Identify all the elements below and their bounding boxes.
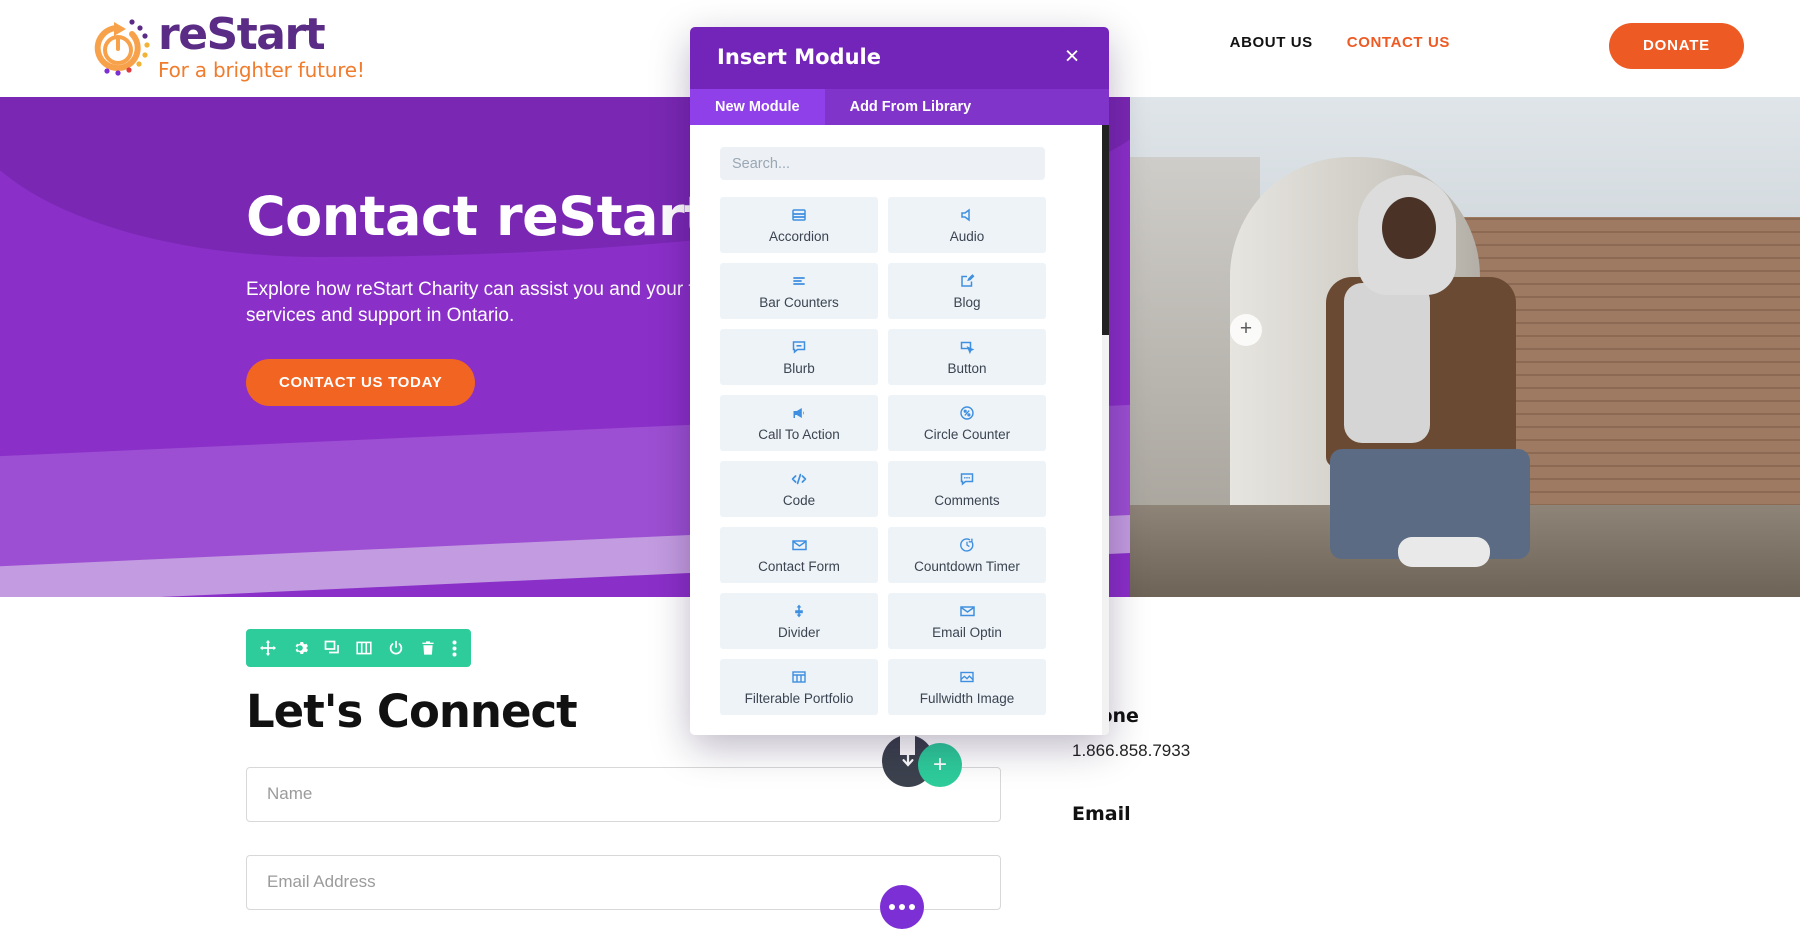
module-label: Call To Action bbox=[758, 426, 840, 442]
kebab-menu-icon[interactable] bbox=[452, 640, 457, 657]
module-tile-divider[interactable]: Divider bbox=[720, 593, 878, 649]
donate-button[interactable]: DONATE bbox=[1608, 23, 1744, 69]
insert-module-modal: Insert Module × New Module Add From Libr… bbox=[690, 27, 1109, 735]
modal-tabs: New Module Add From Library bbox=[690, 89, 1109, 125]
close-icon[interactable]: × bbox=[1057, 42, 1087, 72]
module-tile-email-optin[interactable]: Email Optin bbox=[888, 593, 1046, 649]
fab-dot bbox=[909, 904, 915, 910]
module-tile-filterable-portfolio[interactable]: Filterable Portfolio bbox=[720, 659, 878, 715]
module-tile-call-to-action[interactable]: Call To Action bbox=[720, 395, 878, 451]
fab-dot bbox=[889, 904, 895, 910]
add-module-plus-icon[interactable]: + bbox=[1230, 314, 1262, 346]
megaphone-icon bbox=[791, 405, 807, 422]
add-row-button[interactable]: + bbox=[918, 743, 962, 787]
builder-fab-button[interactable] bbox=[880, 885, 924, 929]
fab-dot bbox=[899, 904, 905, 910]
nav-item-about-us[interactable]: ABOUT US bbox=[1230, 34, 1313, 51]
tab-add-from-library[interactable]: Add From Library bbox=[825, 89, 997, 125]
module-tile-fullwidth-image[interactable]: Fullwidth Image bbox=[888, 659, 1046, 715]
page-root: reStart For a brighter future! ABOUT US … bbox=[0, 0, 1800, 940]
phone-label: Phone bbox=[1072, 705, 1372, 727]
module-tile-countdown-timer[interactable]: Countdown Timer bbox=[888, 527, 1046, 583]
search-input[interactable] bbox=[720, 147, 1045, 180]
module-tile-audio[interactable]: Audio bbox=[888, 197, 1046, 253]
photo-person-face bbox=[1382, 197, 1436, 259]
module-tile-button[interactable]: Button bbox=[888, 329, 1046, 385]
module-label: Blog bbox=[953, 294, 981, 310]
module-tile-blurb[interactable]: Blurb bbox=[720, 329, 878, 385]
module-label: Blurb bbox=[783, 360, 815, 376]
photo-person-hoodie bbox=[1344, 283, 1430, 443]
module-label: Accordion bbox=[768, 228, 830, 244]
comments-icon bbox=[959, 471, 975, 488]
gear-icon[interactable] bbox=[292, 640, 308, 656]
circle-counter-icon bbox=[959, 405, 975, 422]
power-icon[interactable] bbox=[388, 640, 404, 656]
module-label: Fullwidth Image bbox=[919, 690, 1015, 706]
module-tile-blog[interactable]: Blog bbox=[888, 263, 1046, 319]
module-label: Filterable Portfolio bbox=[744, 690, 854, 706]
modal-body: Accordion Audio Bar Counters Blog bbox=[690, 125, 1109, 735]
site-logo[interactable]: reStart For a brighter future! bbox=[84, 10, 394, 88]
contact-details: Phone 1.866.858.7933 Email bbox=[1072, 705, 1372, 825]
phone-value: 1.866.858.7933 bbox=[1072, 741, 1191, 760]
module-list-scroll: Accordion Audio Bar Counters Blog bbox=[690, 125, 1109, 735]
email-label: Email bbox=[1072, 803, 1131, 825]
move-icon[interactable] bbox=[260, 640, 276, 656]
main-nav: ABOUT US CONTACT US bbox=[1230, 34, 1450, 51]
module-label: Contact Form bbox=[758, 558, 840, 574]
photo-person-shoe bbox=[1398, 537, 1490, 567]
restart-power-icon bbox=[84, 16, 152, 80]
email-optin-icon bbox=[959, 603, 976, 620]
module-label: Divider bbox=[777, 624, 820, 640]
hero-photo bbox=[1130, 97, 1800, 597]
module-tile-accordion[interactable]: Accordion bbox=[720, 197, 878, 253]
modal-title: Insert Module bbox=[717, 45, 881, 69]
section-title: Let's Connect bbox=[246, 685, 578, 738]
module-label: Bar Counters bbox=[759, 294, 839, 310]
bar-counters-icon bbox=[791, 273, 807, 290]
duplicate-icon[interactable] bbox=[324, 640, 340, 656]
blurb-icon bbox=[791, 339, 807, 356]
divider-icon bbox=[791, 603, 807, 620]
audio-icon bbox=[959, 207, 975, 224]
module-label: Countdown Timer bbox=[914, 558, 1020, 574]
nav-item-contact-us[interactable]: CONTACT US bbox=[1347, 34, 1450, 51]
hero-cta-button[interactable]: CONTACT US TODAY bbox=[246, 359, 476, 406]
row-settings-toolbar[interactable] bbox=[246, 629, 471, 667]
scrollbar-thumb[interactable] bbox=[1102, 125, 1109, 335]
module-tile-circle-counter[interactable]: Circle Counter bbox=[888, 395, 1046, 451]
logo-tagline: For a brighter future! bbox=[158, 58, 365, 82]
module-label: Code bbox=[782, 492, 816, 508]
code-icon bbox=[790, 471, 808, 488]
module-label: Circle Counter bbox=[923, 426, 1011, 442]
modal-scrollbar[interactable] bbox=[1102, 125, 1109, 735]
clock-icon bbox=[959, 537, 975, 554]
modal-header: Insert Module × bbox=[690, 27, 1109, 89]
module-tile-comments[interactable]: Comments bbox=[888, 461, 1046, 517]
trash-icon[interactable] bbox=[420, 640, 436, 656]
module-label: Comments bbox=[934, 492, 1000, 508]
logo-word: reStart bbox=[158, 9, 326, 60]
module-tile-code[interactable]: Code bbox=[720, 461, 878, 517]
module-label: Button bbox=[947, 360, 987, 376]
tab-new-module[interactable]: New Module bbox=[690, 89, 825, 125]
button-icon bbox=[959, 339, 975, 356]
module-grid: Accordion Audio Bar Counters Blog Blurb … bbox=[720, 197, 1073, 715]
module-label: Email Optin bbox=[932, 624, 1002, 640]
email-input-placeholder: Email Address bbox=[267, 872, 376, 891]
logo-wordmark: reStart For a brighter future! bbox=[158, 9, 365, 82]
name-input-placeholder: Name bbox=[267, 784, 313, 803]
blog-icon bbox=[959, 273, 975, 290]
module-label: Audio bbox=[949, 228, 985, 244]
image-icon bbox=[959, 669, 975, 686]
envelope-icon bbox=[791, 537, 808, 554]
columns-icon[interactable] bbox=[356, 640, 372, 656]
grid-icon bbox=[791, 669, 807, 686]
module-tile-bar-counters[interactable]: Bar Counters bbox=[720, 263, 878, 319]
accordion-icon bbox=[791, 207, 807, 224]
module-tile-contact-form[interactable]: Contact Form bbox=[720, 527, 878, 583]
